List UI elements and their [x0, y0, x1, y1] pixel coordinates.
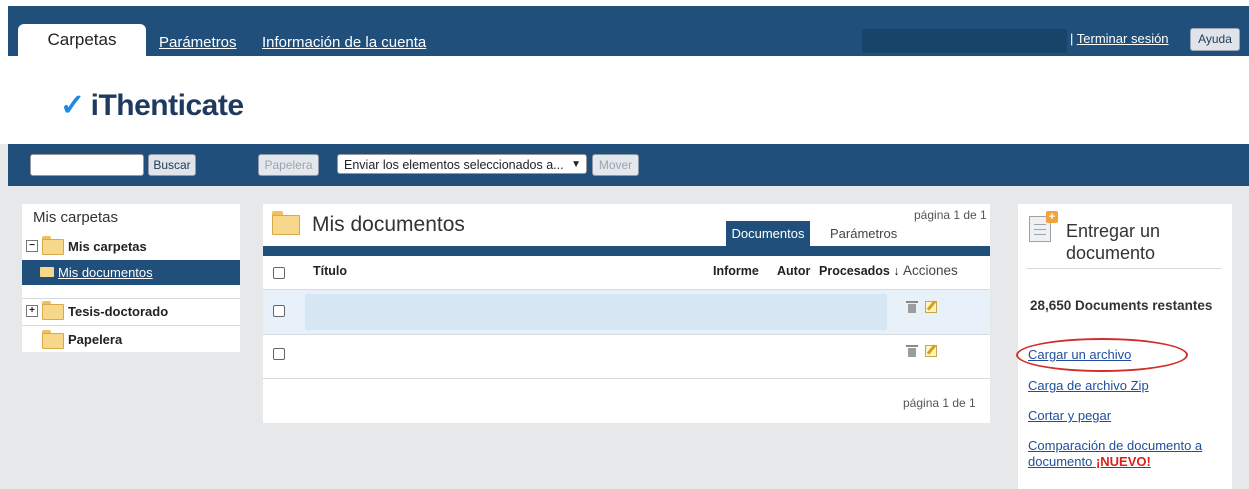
search-input[interactable] [30, 154, 144, 176]
row-title-cell[interactable] [305, 339, 887, 373]
upload-zip-link[interactable]: Carga de archivo Zip [1028, 378, 1149, 393]
col-autor[interactable]: Autor [777, 264, 810, 278]
folder-row-papelera[interactable]: Papelera [22, 327, 240, 353]
row-checkbox[interactable] [273, 348, 285, 360]
trash-icon[interactable] [906, 301, 918, 313]
folder-row-tesis-doctorado[interactable]: + Tesis-doctorado [22, 298, 240, 324]
separator: | [1070, 31, 1074, 46]
pager-bottom: página 1 de 1 [903, 396, 976, 410]
col-acciones: Acciones [903, 263, 958, 278]
divider [263, 378, 990, 379]
folder-row-mis-carpetas[interactable]: − Mis carpetas [22, 233, 240, 259]
tab-parametros[interactable]: Parámetros [159, 34, 237, 51]
folder-label: Papelera [68, 332, 123, 347]
folder-label: Tesis-doctorado [68, 304, 169, 319]
documents-remaining: 28,650 Documents restantes [1030, 298, 1213, 313]
col-titulo[interactable]: Título [313, 264, 347, 278]
divider [1026, 268, 1222, 269]
folder-row-mis-documentos[interactable]: Mis documentos [22, 260, 240, 285]
user-info-box [862, 29, 1067, 53]
move-button[interactable]: Mover [592, 154, 639, 176]
check-icon: ✓ [60, 89, 85, 122]
trash-button[interactable]: Papelera [258, 154, 319, 176]
folder-label: Mis documentos [58, 265, 153, 280]
logout-link[interactable]: Terminar sesión [1077, 31, 1169, 46]
expand-icon[interactable]: + [26, 305, 38, 317]
folder-tree-title: Mis carpetas [33, 209, 119, 226]
page-title: Mis documentos [312, 213, 465, 236]
cut-paste-link[interactable]: Cortar y pegar [1028, 408, 1111, 423]
row-checkbox[interactable] [273, 305, 285, 317]
documents-header-band [263, 246, 990, 256]
folder-icon [42, 330, 64, 349]
col-informe[interactable]: Informe [713, 264, 759, 278]
ithenticate-logo: ✓ iThenticate [60, 88, 244, 123]
folder-icon [42, 301, 64, 320]
tab-carpetas[interactable]: Carpetas [18, 24, 146, 56]
add-document-icon: + [1029, 211, 1058, 242]
divider [22, 325, 240, 326]
help-button[interactable]: Ayuda [1190, 28, 1240, 51]
table-row[interactable] [263, 290, 990, 334]
new-badge: ¡NUEVO! [1095, 454, 1151, 469]
pager-top: página 1 de 1 [914, 208, 987, 222]
select-all-checkbox[interactable] [273, 267, 285, 279]
row-title-cell[interactable] [305, 294, 887, 330]
submit-title: Entregar un documento [1066, 221, 1161, 263]
highlight-annotation [1016, 338, 1188, 372]
folder-icon [272, 211, 300, 235]
tab-informacion-cuenta[interactable]: Información de la cuenta [262, 34, 426, 51]
col-procesados[interactable]: Procesados ↓ [819, 264, 900, 278]
move-destination-select[interactable]: Enviar los elementos seleccionados a... … [337, 154, 587, 174]
edit-icon[interactable] [925, 344, 937, 357]
collapse-icon[interactable]: − [26, 240, 38, 252]
folder-icon [42, 236, 64, 255]
logout-area: | Terminar sesión [1070, 31, 1169, 46]
move-select-value: Enviar los elementos seleccionados a... [344, 158, 564, 172]
doc-to-doc-comparison-link[interactable]: Comparación de documento a documento ¡NU… [1028, 438, 1224, 470]
trash-icon[interactable] [906, 345, 918, 357]
search-button[interactable]: Buscar [148, 154, 196, 176]
table-row[interactable] [263, 335, 990, 378]
tab-parametros-docs[interactable]: Parámetros [830, 226, 897, 241]
open-folder-icon [40, 267, 54, 277]
logo-text: iThenticate [90, 89, 244, 122]
tab-documentos[interactable]: Documentos [726, 221, 810, 246]
edit-icon[interactable] [925, 300, 937, 313]
chevron-down-icon: ▼ [571, 159, 581, 170]
folder-label: Mis carpetas [68, 239, 147, 254]
